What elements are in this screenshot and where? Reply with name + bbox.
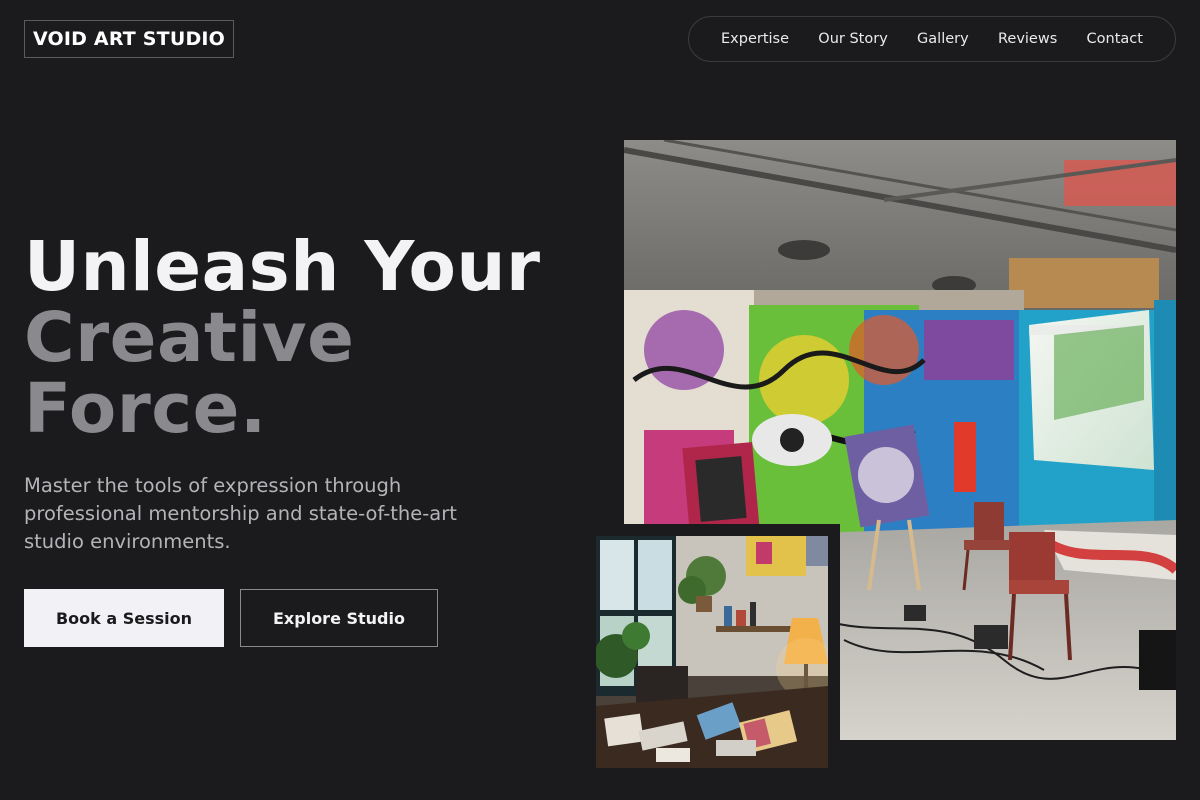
book-session-button[interactable]: Book a Session [24,589,224,647]
headline-line-1: Unleash Your [24,227,541,307]
hero-subtitle: Master the tools of expression through p… [24,474,457,553]
nav-item-gallery[interactable]: Gallery [917,31,969,47]
nav-item-expertise[interactable]: Expertise [721,31,789,47]
nav-item-reviews[interactable]: Reviews [998,31,1057,47]
explore-studio-button[interactable]: Explore Studio [240,589,438,647]
home-studio-illustration [596,536,828,768]
landing-page: VOID ART STUDIO Expertise Our Story Gall… [0,0,1200,800]
main-nav: Expertise Our Story Gallery Reviews Cont… [688,16,1176,62]
headline-line-2: Creative [24,298,355,378]
hero-headline: Unleash Your Creative Force. [24,232,541,445]
nav-item-our-story[interactable]: Our Story [818,31,887,47]
brand-logo[interactable]: VOID ART STUDIO [24,20,234,58]
home-studio-desk-image [596,536,828,768]
headline-line-3: Force. [24,369,267,449]
brand-name: VOID ART STUDIO [32,28,226,50]
nav-item-contact[interactable]: Contact [1087,31,1143,47]
